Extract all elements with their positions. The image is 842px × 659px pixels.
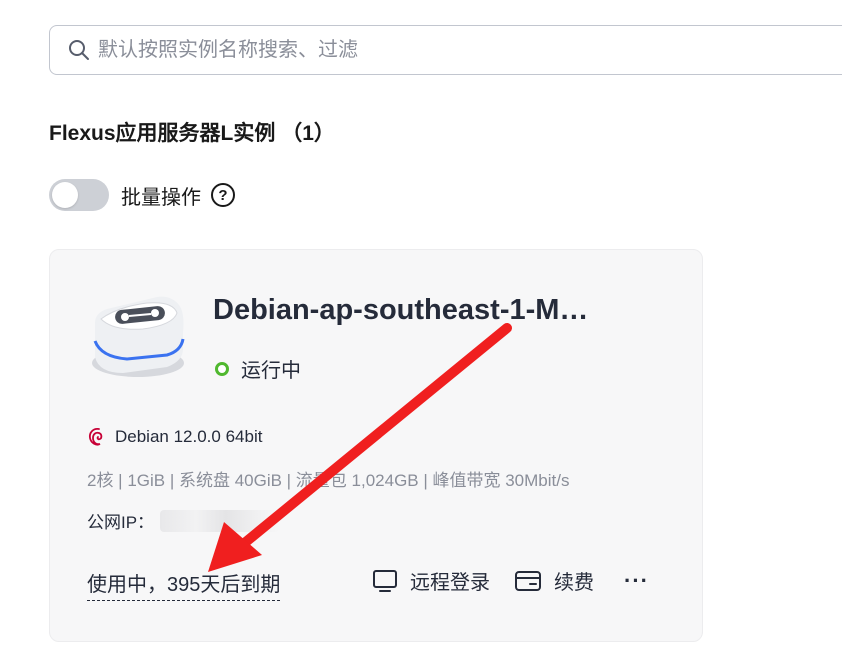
spec-info: 2核 | 1GiB | 系统盘 40GiB | 流量包 1,024GB | 峰值… bbox=[87, 471, 570, 490]
more-options-button[interactable]: ··· bbox=[624, 568, 649, 594]
batch-operation-row: 批量操作 ? bbox=[49, 178, 235, 212]
instance-list-page: Flexus应用服务器L实例 （1） 批量操作 ? Debian-ap-sout… bbox=[0, 0, 842, 659]
instance-name[interactable]: Debian-ap-southeast-1-M… bbox=[213, 294, 613, 327]
remote-login-label: 远程登录 bbox=[410, 572, 490, 594]
search-input[interactable] bbox=[98, 38, 798, 62]
public-ip-row: 公网IP： bbox=[87, 508, 281, 533]
batch-operation-toggle[interactable] bbox=[49, 179, 109, 211]
os-info: Debian 12.0.0 64bit bbox=[87, 426, 262, 448]
help-icon[interactable]: ? bbox=[211, 183, 235, 207]
os-text: Debian 12.0.0 64bit bbox=[115, 427, 263, 446]
monitor-icon bbox=[373, 569, 397, 592]
renew-button[interactable]: 续费 bbox=[514, 566, 594, 595]
toggle-knob bbox=[52, 182, 78, 208]
server-illustration bbox=[92, 296, 185, 377]
public-ip-redacted bbox=[160, 509, 281, 532]
expiry-status[interactable]: 使用中，395天后到期 bbox=[87, 568, 281, 601]
section-title: Flexus应用服务器L实例 （1） bbox=[49, 122, 335, 145]
renew-label: 续费 bbox=[554, 572, 594, 594]
instance-card[interactable]: Debian-ap-southeast-1-M… 运行中 Debian 12.0… bbox=[49, 249, 703, 642]
status-indicator: 运行中 bbox=[215, 354, 301, 383]
public-ip-label: 公网IP： bbox=[87, 513, 155, 532]
card-actions: 远程登录 续费 ··· bbox=[372, 566, 649, 595]
wallet-icon bbox=[515, 570, 541, 591]
debian-logo-icon bbox=[88, 427, 103, 446]
status-text: 运行中 bbox=[241, 360, 301, 382]
status-running-dot bbox=[215, 361, 229, 376]
remote-login-button[interactable]: 远程登录 bbox=[372, 566, 490, 595]
batch-operation-label: 批量操作 bbox=[121, 186, 201, 209]
search-icon bbox=[69, 40, 89, 60]
search-box[interactable] bbox=[49, 25, 842, 75]
